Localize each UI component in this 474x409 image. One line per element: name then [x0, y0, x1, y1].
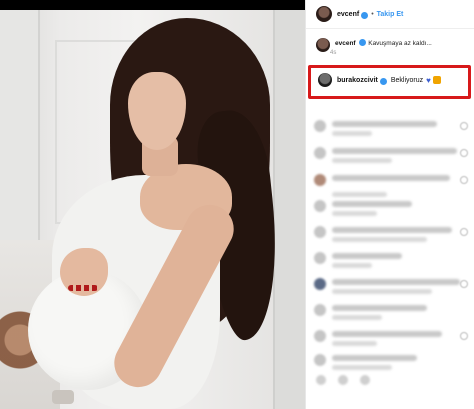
avatar: [314, 174, 326, 186]
blurred-meta: [332, 315, 382, 320]
comment-icon[interactable]: [338, 375, 348, 385]
list-item: [314, 145, 474, 169]
post-header: evcenf • Takip Et: [306, 0, 474, 28]
avatar: [314, 200, 326, 212]
avatar: [314, 354, 326, 366]
list-item: [314, 276, 474, 300]
list-item: [314, 302, 474, 326]
header-divider: [306, 28, 474, 29]
list-item: [314, 172, 474, 197]
avatar: [314, 226, 326, 238]
verified-icon: [361, 11, 369, 19]
instagram-post-screenshot: evcenf • Takip Et evcenf Kavuşmaya az ka…: [0, 0, 474, 409]
blurred-text: [332, 331, 442, 337]
caption-time: 4s: [330, 50, 337, 56]
like-icon[interactable]: [460, 122, 468, 130]
author-avatar[interactable]: [316, 6, 332, 22]
highlighted-comment: burakozcivit Bekliyoruz ♥: [318, 73, 441, 87]
blurred-meta: [332, 158, 392, 163]
like-icon[interactable]: [460, 280, 468, 288]
like-icon[interactable]: [460, 149, 468, 157]
commenter-username[interactable]: burakozcivit: [337, 77, 378, 84]
like-icon[interactable]: [460, 228, 468, 236]
action-bar: [316, 375, 370, 385]
caption-avatar[interactable]: [316, 38, 330, 52]
avatar: [314, 120, 326, 132]
blurred-meta: [332, 341, 377, 346]
blurred-text: [332, 279, 460, 285]
blurred-text: [332, 355, 417, 361]
cat-emoji-icon: [432, 76, 441, 84]
verified-icon: [359, 39, 367, 46]
avatar: [314, 252, 326, 264]
wall-panel-right: [273, 10, 305, 409]
avatar: [314, 147, 326, 159]
list-item: [314, 118, 474, 142]
like-icon[interactable]: [460, 332, 468, 340]
author-username[interactable]: evcenf: [337, 11, 359, 18]
like-icon[interactable]: [460, 176, 468, 184]
list-item: [314, 328, 474, 352]
red-nails: [68, 285, 98, 291]
comments-panel: evcenf • Takip Et evcenf Kavuşmaya az ka…: [305, 0, 474, 409]
verified-icon: [379, 77, 387, 85]
blurred-text: [332, 305, 427, 311]
comment-text: Bekliyoruz: [390, 76, 424, 84]
blurred-meta: [332, 211, 377, 216]
avatar: [314, 304, 326, 316]
wall-panel-left: [0, 10, 40, 240]
blurred-meta: [332, 365, 392, 370]
blurred-text: [332, 227, 452, 233]
blurred-meta: [332, 289, 432, 294]
photo-top-bar: [0, 0, 305, 10]
avatar: [314, 330, 326, 342]
list-item: [314, 198, 474, 222]
blurred-text: [332, 253, 402, 259]
post-photo: [0, 0, 305, 409]
avatar: [314, 278, 326, 290]
wrist-watch: [52, 390, 74, 404]
blurred-meta: [332, 192, 387, 197]
heart-icon: ♥: [426, 75, 431, 85]
blurred-text: [332, 148, 457, 154]
blurred-meta: [332, 263, 372, 268]
share-icon[interactable]: [360, 375, 370, 385]
blurred-text: [332, 175, 450, 181]
list-item: [314, 224, 474, 248]
heart-icon[interactable]: [316, 375, 326, 385]
caption-text: Kavuşmaya az kaldı...: [368, 40, 432, 47]
blurred-meta: [332, 237, 427, 242]
caption-username[interactable]: evcenf: [335, 40, 356, 47]
commenter-avatar[interactable]: [318, 73, 332, 87]
blurred-text: [332, 201, 412, 207]
follow-button[interactable]: Takip Et: [377, 11, 404, 18]
list-item: [314, 250, 474, 274]
list-item: [314, 352, 474, 376]
blurred-text: [332, 121, 437, 127]
separator-dot: •: [371, 10, 374, 18]
blurred-meta: [332, 131, 372, 136]
caption-comment: evcenf Kavuşmaya az kaldı... 4s: [316, 38, 432, 56]
